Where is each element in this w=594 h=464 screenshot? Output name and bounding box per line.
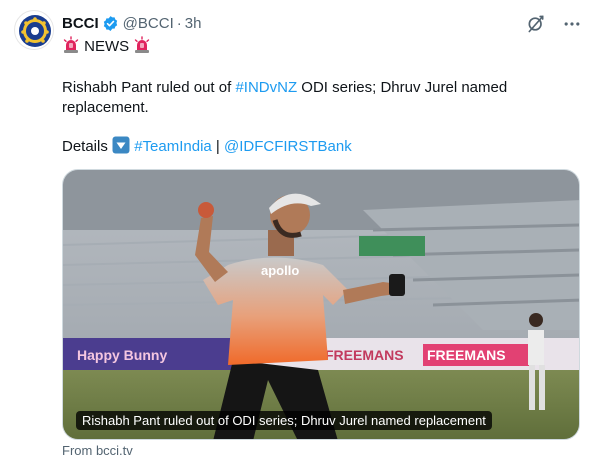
jersey-brand: apollo [261,263,299,278]
hashtag-teamindia[interactable]: #TeamIndia [134,138,212,155]
post-text-line-1: Rishabh Pant ruled out of #INDvNZ ODI se… [62,78,507,98]
details-label: Details [62,138,113,155]
more-options-icon[interactable] [562,14,582,34]
post-actions-top [526,14,582,34]
grok-icon[interactable] [526,14,546,34]
news-headline: NEWS [84,38,130,55]
post-text-line-2: replacement. [62,98,149,118]
separator-pipe: | [211,138,224,155]
post-text: ODI series; Dhruv Jurel named [297,79,508,96]
svg-text:FREEMANS: FREEMANS [427,347,506,363]
post-time[interactable]: 3h [185,15,202,32]
hashtag-indvnz[interactable]: #INDvNZ [235,79,297,96]
separator-dot: · [176,14,182,32]
svg-text:FREEMANS: FREEMANS [325,347,404,363]
post-text: replacement. [62,99,149,116]
news-line: NEWS [62,36,151,57]
post-text: Rishabh Pant ruled out of [62,79,236,96]
police-light-icon [135,36,150,53]
author-name[interactable]: BCCI [62,15,99,32]
author-handle[interactable]: @BCCI [123,15,174,32]
verified-badge-icon [103,15,117,31]
details-line: Details #TeamIndia | @IDFCFIRSTBank [62,136,352,157]
card-source-link[interactable]: From bcci.tv [62,443,133,458]
police-light-icon [63,36,79,53]
card-photo: Happy Bunny FREEMANS FREEMANS apollo [63,170,579,439]
card-caption: Rishabh Pant ruled out of ODI series; Dh… [76,411,492,430]
link-card-image[interactable]: Happy Bunny FREEMANS FREEMANS apollo Ris… [62,169,580,440]
mention-idfcfirstbank[interactable]: @IDFCFIRSTBank [224,138,352,155]
bcci-logo-icon [16,12,53,49]
down-arrow-button-icon [112,136,130,154]
avatar[interactable] [14,10,54,50]
post-header: BCCI @BCCI · 3h [62,12,201,34]
svg-text:Happy Bunny: Happy Bunny [77,347,167,363]
